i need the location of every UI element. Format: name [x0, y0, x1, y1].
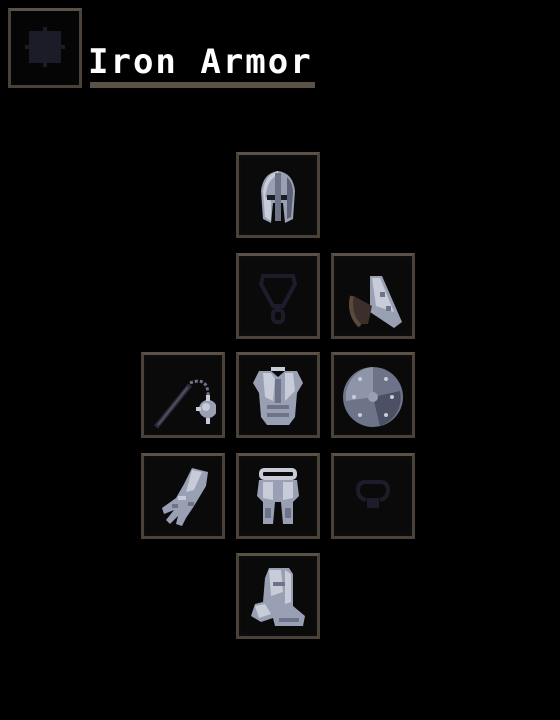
slot-weapon[interactable] — [141, 352, 225, 438]
menu-button[interactable] — [8, 8, 82, 88]
round-shield-icon — [343, 367, 403, 427]
grid-cross-icon — [25, 27, 65, 67]
title-underline — [90, 82, 315, 88]
set-title: Iron Armor — [88, 42, 313, 82]
necklace-icon — [258, 274, 298, 324]
slot-offhand[interactable] — [331, 352, 415, 438]
slot-head[interactable] — [236, 152, 320, 238]
breastplate-icon — [253, 367, 303, 425]
flail-icon — [154, 379, 216, 429]
helmet-icon — [261, 171, 295, 223]
slot-back[interactable] — [331, 253, 415, 339]
boots-icon — [251, 568, 305, 626]
gauntlet-icon — [162, 468, 208, 526]
slot-feet[interactable] — [236, 553, 320, 639]
slot-legs[interactable] — [236, 453, 320, 539]
slot-neck[interactable] — [236, 253, 320, 339]
slot-hands[interactable] — [141, 453, 225, 539]
slot-ring[interactable] — [331, 453, 415, 539]
pauldron-icon — [349, 276, 402, 328]
greaves-icon — [257, 468, 299, 524]
ring-icon — [356, 480, 391, 508]
slot-body[interactable] — [236, 352, 320, 438]
